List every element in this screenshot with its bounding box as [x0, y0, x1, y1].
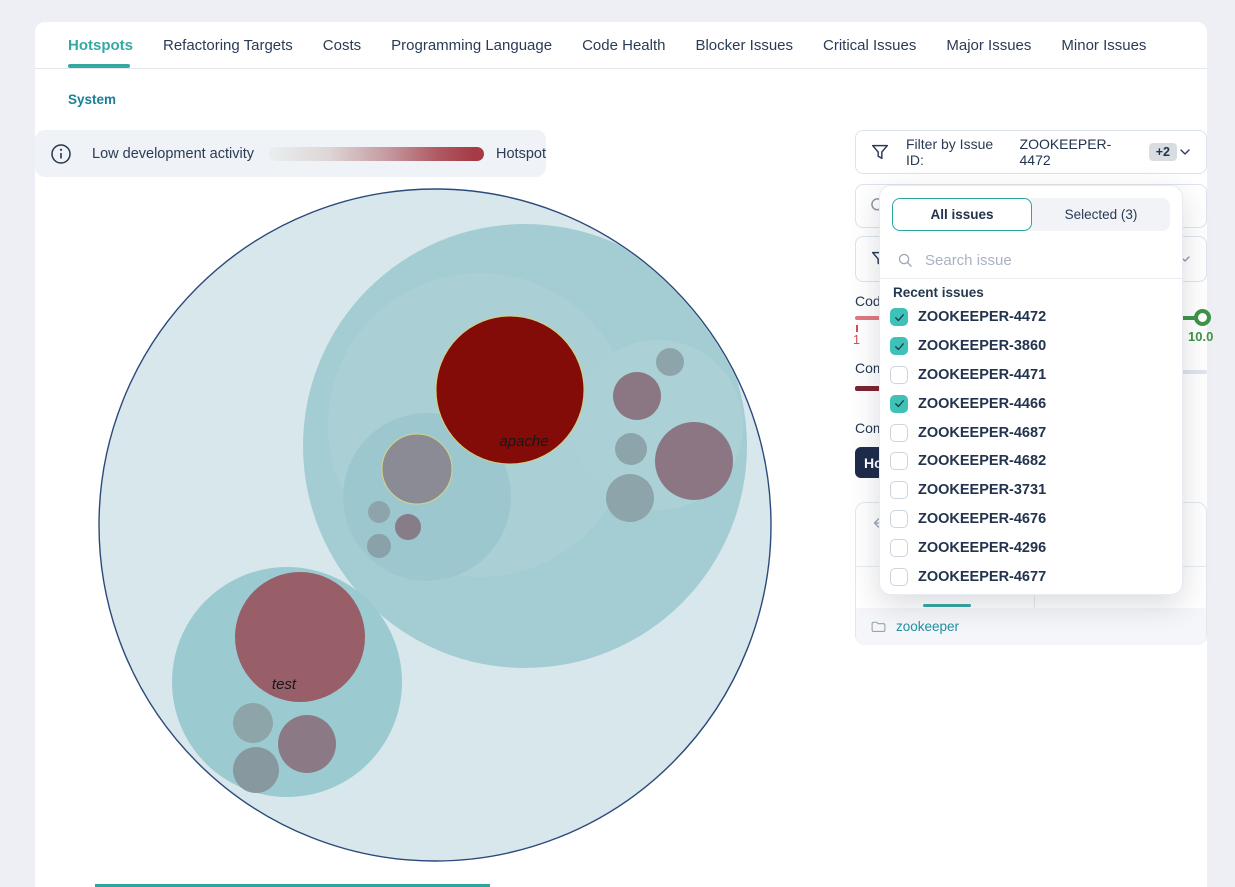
issue-row-zookeeper-4677[interactable]: ZOOKEEPER-4677	[880, 562, 1182, 591]
issue-row-zookeeper-4472[interactable]: ZOOKEEPER-4472	[880, 303, 1182, 332]
active-tab-underline	[68, 64, 130, 68]
bubble-file[interactable]	[233, 747, 279, 793]
legend-high-label: Hotspot	[496, 146, 546, 162]
bubble-file[interactable]	[233, 703, 273, 743]
code-health-slider-track[interactable]	[855, 316, 882, 320]
bubble-file[interactable]	[615, 433, 647, 465]
recent-issues-heading: Recent issues	[893, 285, 984, 300]
chevron-down-icon[interactable]	[1177, 144, 1193, 160]
breadcrumb[interactable]: System	[68, 92, 116, 107]
checkbox-unchecked[interactable]	[890, 424, 908, 442]
bubble-file[interactable]	[368, 501, 390, 523]
bubble-hotspot-test[interactable]	[235, 572, 365, 702]
issue-row-zookeeper-4682[interactable]: ZOOKEEPER-4682	[880, 447, 1182, 476]
checkbox-unchecked[interactable]	[890, 366, 908, 384]
bubble-label-apache: apache	[499, 433, 548, 450]
issue-id-label: ZOOKEEPER-4677	[918, 569, 1046, 585]
search-icon	[897, 252, 914, 269]
code-health-slider-handle[interactable]	[1194, 309, 1211, 326]
bubble-file[interactable]	[613, 372, 661, 420]
issue-id-label: ZOOKEEPER-4676	[918, 511, 1046, 527]
bubble-file[interactable]	[367, 534, 391, 558]
tab-code-health[interactable]: Code Health	[582, 37, 665, 54]
tab-all-issues[interactable]: All issues	[892, 198, 1032, 231]
bubble-file[interactable]	[606, 474, 654, 522]
card-active-tab-underline	[923, 604, 971, 607]
checkbox-checked[interactable]	[890, 308, 908, 326]
header-tabs: Hotspots Refactoring Targets Costs Programm…	[68, 22, 1146, 68]
issue-id-label: ZOOKEEPER-4466	[918, 396, 1046, 412]
bubble-file-highlighted[interactable]	[382, 434, 452, 504]
code-health-min-tick	[856, 325, 858, 332]
bubble-file[interactable]	[656, 348, 684, 376]
issue-id-label: ZOOKEEPER-3731	[918, 482, 1046, 498]
issue-row-zookeeper-4471[interactable]: ZOOKEEPER-4471	[880, 361, 1182, 390]
checkbox-checked[interactable]	[890, 337, 908, 355]
issue-id-label: ZOOKEEPER-4687	[918, 425, 1046, 441]
tab-minor-issues[interactable]: Minor Issues	[1061, 37, 1146, 54]
tab-hotspots[interactable]: Hotspots	[68, 37, 133, 54]
issue-filter-label: Filter by Issue ID:	[906, 136, 1013, 168]
tab-costs[interactable]: Costs	[323, 37, 361, 54]
issue-id-label: ZOOKEEPER-4296	[918, 540, 1046, 556]
folder-icon	[870, 618, 887, 635]
issue-row-zookeeper-4687[interactable]: ZOOKEEPER-4687	[880, 418, 1182, 447]
issue-id-filter[interactable]: Filter by Issue ID: ZOOKEEPER-4472 +2	[855, 130, 1207, 174]
issue-row-zookeeper-4296[interactable]: ZOOKEEPER-4296	[880, 533, 1182, 562]
bubble-file[interactable]	[655, 422, 733, 500]
bubble-file[interactable]	[395, 514, 421, 540]
checkbox-unchecked[interactable]	[890, 452, 908, 470]
issue-list: ZOOKEEPER-4472 ZOOKEEPER-3860 ZOOKEEPER-44…	[880, 303, 1182, 591]
hotspots-bubble-chart[interactable]: apache test	[60, 180, 820, 887]
tab-major-issues[interactable]: Major Issues	[946, 37, 1031, 54]
file-row-zookeeper[interactable]: zookeeper	[856, 608, 1206, 645]
checkbox-unchecked[interactable]	[890, 510, 908, 528]
file-label: zookeeper	[896, 619, 959, 634]
bubble-file[interactable]	[278, 715, 336, 773]
issue-id-label: ZOOKEEPER-4682	[918, 453, 1046, 469]
issue-id-label: ZOOKEEPER-4471	[918, 367, 1046, 383]
issue-filter-badge: +2	[1149, 143, 1177, 161]
funnel-icon	[869, 141, 891, 163]
tab-refactoring-targets[interactable]: Refactoring Targets	[163, 37, 293, 54]
activity-gradient-bar	[269, 147, 484, 161]
checkbox-unchecked[interactable]	[890, 568, 908, 586]
issue-row-zookeeper-3860[interactable]: ZOOKEEPER-3860	[880, 332, 1182, 361]
bubble-label-test: test	[272, 676, 297, 693]
issue-filter-dropdown: All issues Selected (3) Recent issues ZO…	[879, 185, 1183, 595]
commits-slider-track[interactable]	[855, 386, 882, 391]
issue-filter-value: ZOOKEEPER-4472	[1020, 136, 1140, 168]
issue-row-zookeeper-3731[interactable]: ZOOKEEPER-3731	[880, 476, 1182, 505]
issue-search-row	[884, 243, 1178, 277]
checkbox-unchecked[interactable]	[890, 481, 908, 499]
activity-legend: Low development activity Hotspot	[35, 130, 546, 177]
issue-id-label: ZOOKEEPER-3860	[918, 338, 1046, 354]
legend-low-label: Low development activity	[92, 146, 254, 162]
code-health-label: Cod	[855, 293, 881, 309]
issue-row-zookeeper-4676[interactable]: ZOOKEEPER-4676	[880, 505, 1182, 534]
hotspots-page: Hotspots Refactoring Targets Costs Programm…	[0, 0, 1235, 887]
tab-selected[interactable]: Selected (3)	[1032, 198, 1170, 231]
issue-id-label: ZOOKEEPER-4472	[918, 309, 1046, 325]
tab-programming-language[interactable]: Programming Language	[391, 37, 552, 54]
info-icon[interactable]	[49, 142, 73, 166]
checkbox-unchecked[interactable]	[890, 539, 908, 557]
code-health-min-value: 1	[853, 333, 860, 347]
dropdown-divider	[880, 278, 1182, 279]
tab-blocker-issues[interactable]: Blocker Issues	[695, 37, 793, 54]
code-health-max-value: 10.0	[1188, 329, 1213, 344]
issue-search-input[interactable]	[923, 251, 1147, 270]
tabs-divider	[35, 68, 1207, 69]
issue-row-zookeeper-4466[interactable]: ZOOKEEPER-4466	[880, 389, 1182, 418]
tab-critical-issues[interactable]: Critical Issues	[823, 37, 916, 54]
dropdown-tabs: All issues Selected (3)	[892, 198, 1170, 231]
checkbox-checked[interactable]	[890, 395, 908, 413]
